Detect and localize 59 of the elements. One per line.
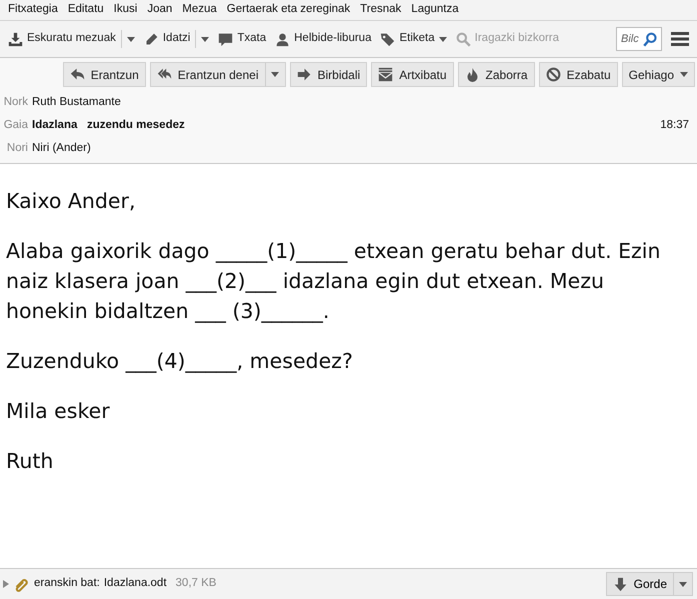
- message-paragraph: Zuzenduko ___(4)_____, mesedez?: [6, 348, 354, 375]
- caret-icon: [680, 72, 688, 77]
- message-paragraph: Kaixo Ander,: [6, 188, 136, 215]
- menu-item[interactable]: Ikusi: [108, 1, 142, 19]
- tag-icon: [380, 32, 396, 46]
- toolbar-button[interactable]: Idatzi: [140, 27, 194, 51]
- file-size: 30,7 KB: [176, 576, 216, 592]
- toolbar-button[interactable]: Etiketa: [376, 27, 451, 51]
- header-label: Nork: [2, 94, 29, 110]
- menu-item[interactable]: Laguntza: [406, 1, 464, 19]
- menu-item[interactable]: Joan: [142, 1, 178, 19]
- action-button[interactable]: Zaborra: [458, 62, 535, 87]
- menu-item[interactable]: Fitxategia: [3, 1, 63, 19]
- message-paragraph: Mila esker: [6, 398, 111, 425]
- action-button[interactable]: Erantzun: [62, 62, 146, 87]
- message-paragraph: Ruth: [6, 448, 54, 475]
- caret-icon: [201, 36, 210, 42]
- menu-button[interactable]: Gehiago: [622, 62, 695, 87]
- time-label: 18:37: [660, 118, 689, 133]
- header-value: Ruth Bustamante: [32, 94, 121, 110]
- header-value: Idazlana zuzendu mesedez: [32, 118, 185, 133]
- action-button[interactable]: Artxibatu: [371, 62, 454, 87]
- expand-toggle-icon[interactable]: [3, 580, 9, 588]
- attachment-filename[interactable]: Idazlana.odt: [104, 575, 167, 593]
- speech-bubble-icon: [218, 32, 234, 46]
- prohibited-icon: [546, 67, 561, 82]
- down-arrow-icon: [612, 576, 628, 592]
- menu-icon: [671, 32, 689, 46]
- header-label: Nori: [6, 140, 29, 156]
- dropdown-button[interactable]: [264, 62, 286, 87]
- caret-icon: [126, 36, 135, 42]
- pencil-icon: [144, 32, 159, 46]
- caret-icon: [438, 36, 447, 42]
- flame-icon: [464, 67, 480, 82]
- action-button[interactable]: Ezabatu: [538, 62, 618, 87]
- header-label: Gaia: [2, 118, 29, 133]
- menu-item[interactable]: Mezua: [177, 1, 222, 19]
- save-button[interactable]: Gorde: [606, 572, 693, 596]
- archive-icon: [378, 67, 394, 82]
- search-icon: [456, 32, 471, 46]
- person-icon: [275, 32, 290, 46]
- menu-item[interactable]: Editatu: [62, 1, 109, 19]
- paperclip-icon: [14, 576, 29, 592]
- reply-arrow-icon: [70, 67, 85, 82]
- attachment-label: eranskin bat:: [34, 576, 100, 592]
- message-paragraph: Alaba gaixorik dago _____(1)_____ etxean geratu behar dut. Ezin naiz klasera joan ___(2)___ idazlana egin dut etxean. Mezu honekin bidaltzen ___ (3)______.: [6, 238, 662, 325]
- right-arrow-icon: [296, 67, 312, 82]
- menu-item[interactable]: Tresnak: [355, 1, 406, 19]
- download-icon: [8, 32, 23, 46]
- action-button[interactable]: Erantzun denei: [150, 62, 264, 87]
- action-button[interactable]: Birbidali: [290, 62, 368, 87]
- toolbar-button[interactable]: Eskuratu mezuak: [4, 27, 120, 51]
- header-value: Niri (Ander): [32, 140, 91, 156]
- caret-icon: [270, 72, 278, 77]
- search-icon: [643, 32, 658, 47]
- toolbar-button[interactable]: Helbide-liburua: [271, 27, 376, 51]
- toolbar-button[interactable]: Txata: [214, 27, 270, 51]
- search-field[interactable]: Bilc: [616, 27, 662, 51]
- menu-item[interactable]: Gertaerak eta zereginak: [222, 1, 356, 19]
